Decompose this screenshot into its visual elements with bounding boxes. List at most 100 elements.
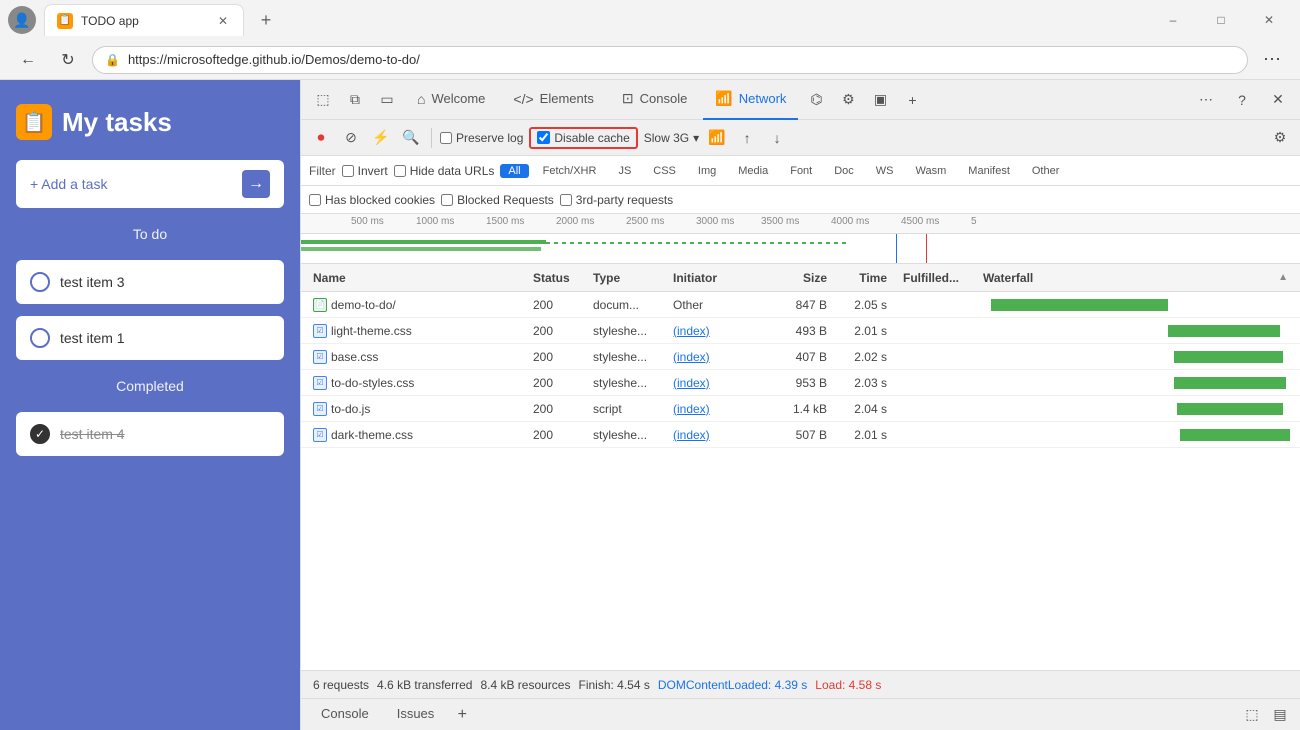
performance-icon[interactable]: ⌬ [802,86,830,114]
new-tab-button[interactable]: + [252,6,280,34]
minimize-button[interactable]: – [1150,4,1196,36]
preserve-log-input[interactable] [440,132,452,144]
console-drawer-button[interactable]: ▭ [373,86,401,114]
filter-toggle-button[interactable]: ⚡ [369,126,393,150]
timeline-bars-area [301,234,1300,264]
td-initiator-2: (index) [665,324,765,338]
td-waterfall-6 [975,422,1296,447]
clear-network-button[interactable]: ⊘ [339,126,363,150]
filter-type-wasm[interactable]: Wasm [908,164,955,178]
hide-data-urls-chip[interactable]: Hide data URLs [394,164,495,178]
elements-icon: </> [513,91,533,107]
bottom-tab-console[interactable]: Console [309,699,381,730]
filter-type-media[interactable]: Media [730,164,776,178]
has-blocked-cookies-checkbox[interactable] [309,194,321,206]
close-button[interactable]: ✕ [1246,4,1292,36]
initiator-link-6[interactable]: (index) [673,428,710,442]
filter-type-other[interactable]: Other [1024,164,1068,178]
tab-elements[interactable]: </> Elements [501,80,605,120]
initiator-link-3[interactable]: (index) [673,350,710,364]
td-waterfall-5 [975,396,1296,421]
filter-type-css[interactable]: CSS [645,164,684,178]
td-type-3: styleshe... [585,350,665,364]
tab-welcome[interactable]: ⌂ Welcome [405,80,497,120]
more-tools-button[interactable]: ⋯ [1192,86,1220,114]
tab-network[interactable]: 📶 Network [703,80,798,120]
user-avatar[interactable]: 👤 [8,6,36,34]
more-options-button[interactable]: ⋯ [1256,44,1288,76]
table-row[interactable]: ☑ to-do-styles.css 200 styleshe... (inde… [301,370,1300,396]
network-settings-button[interactable]: ⚙ [1268,126,1292,150]
search-network-button[interactable]: 🔍 [399,126,423,150]
blocked-requests-checkbox[interactable] [441,194,453,206]
filename-6: dark-theme.css [331,428,413,442]
sort-arrow-icon: ▲ [1278,272,1288,283]
record-network-button[interactable]: ⏺ [309,126,333,150]
tab-close-button[interactable]: ✕ [215,13,231,29]
initiator-link-5[interactable]: (index) [673,402,710,416]
filter-type-all[interactable]: All [500,164,528,178]
dock-icon[interactable]: ▤ [1268,703,1292,727]
filter-type-font[interactable]: Font [782,164,820,178]
completed-section-label: Completed [16,372,284,400]
layers-icon[interactable]: ▣ [866,86,894,114]
tab-console[interactable]: ⊡ Console [610,80,699,120]
disable-cache-checkbox[interactable]: Disable cache [529,127,637,149]
td-time-2: 2.01 s [835,324,895,338]
add-bottom-tab-button[interactable]: + [450,703,474,727]
initiator-link-4[interactable]: (index) [673,376,710,390]
third-party-checkbox[interactable] [560,194,572,206]
task-checkbox-test3[interactable] [30,272,50,292]
address-bar[interactable]: 🔒 https://microsoftedge.github.io/Demos/… [92,46,1248,74]
inspect-element-button[interactable]: ⬚ [309,86,337,114]
filter-type-ws[interactable]: WS [868,164,902,178]
initiator-link-2[interactable]: (index) [673,324,710,338]
filter-type-fetchxhr[interactable]: Fetch/XHR [535,164,605,178]
bottom-tabs: Console Issues + ⬚ ▤ [301,698,1300,730]
td-size-6: 507 B [765,428,835,442]
task-item-test3[interactable]: test item 3 [16,260,284,304]
task-item-test1[interactable]: test item 1 [16,316,284,360]
tab-title: TODO app [81,14,207,28]
disable-cache-input[interactable] [537,131,550,144]
devtools-toolbar: ⬚ ⧉ ▭ ⌂ Welcome </> Elements ⊡ Console 📶 [301,80,1300,120]
table-row[interactable]: 📄 demo-to-do/ 200 docum... Other 847 B 2… [301,292,1300,318]
filename-5: to-do.js [331,402,370,416]
add-panel-button[interactable]: + [898,86,926,114]
invert-filter-chip[interactable]: Invert [342,164,388,178]
filter-type-img[interactable]: Img [690,164,724,178]
table-row[interactable]: ☑ dark-theme.css 200 styleshe... (index)… [301,422,1300,448]
bottom-tab-issues[interactable]: Issues [385,699,447,730]
help-button[interactable]: ? [1228,86,1256,114]
blocked-requests-chip[interactable]: Blocked Requests [441,193,554,207]
td-name-3: ☑ base.css [305,350,525,364]
task-item-test4[interactable]: ✓ test item 4 [16,412,284,456]
table-row[interactable]: ☑ light-theme.css 200 styleshe... (index… [301,318,1300,344]
settings-icon[interactable]: ⚙ [834,86,862,114]
task-checkbox-test1[interactable] [30,328,50,348]
device-emulation-button[interactable]: ⧉ [341,86,369,114]
table-row[interactable]: ☑ base.css 200 styleshe... (index) 407 B… [301,344,1300,370]
hide-data-urls-checkbox[interactable] [394,165,406,177]
browser-tab[interactable]: 📋 TODO app ✕ [44,4,244,36]
filter-type-js[interactable]: JS [610,164,639,178]
table-row[interactable]: ☑ to-do.js 200 script (index) 1.4 kB 2.0… [301,396,1300,422]
third-party-chip[interactable]: 3rd-party requests [560,193,673,207]
td-status-3: 200 [525,350,585,364]
has-blocked-cookies-chip[interactable]: Has blocked cookies [309,193,435,207]
tick-3500: 3500 ms [761,216,799,227]
filter-type-manifest[interactable]: Manifest [960,164,1018,178]
task-checkbox-test4[interactable]: ✓ [30,424,50,444]
add-task-button[interactable]: + Add a task → [16,160,284,208]
maximize-button[interactable]: □ [1198,4,1244,36]
undock-icon[interactable]: ⬚ [1240,703,1264,727]
back-button[interactable]: ← [12,44,44,76]
td-type-1: docum... [585,298,665,312]
refresh-button[interactable]: ↻ [52,44,84,76]
preserve-log-checkbox[interactable]: Preserve log [440,131,523,145]
filter-type-doc[interactable]: Doc [826,164,862,178]
td-initiator-4: (index) [665,376,765,390]
close-devtools-button[interactable]: ✕ [1264,86,1292,114]
invert-checkbox[interactable] [342,165,354,177]
throttle-select[interactable]: Slow 3G ▾ [644,131,699,145]
